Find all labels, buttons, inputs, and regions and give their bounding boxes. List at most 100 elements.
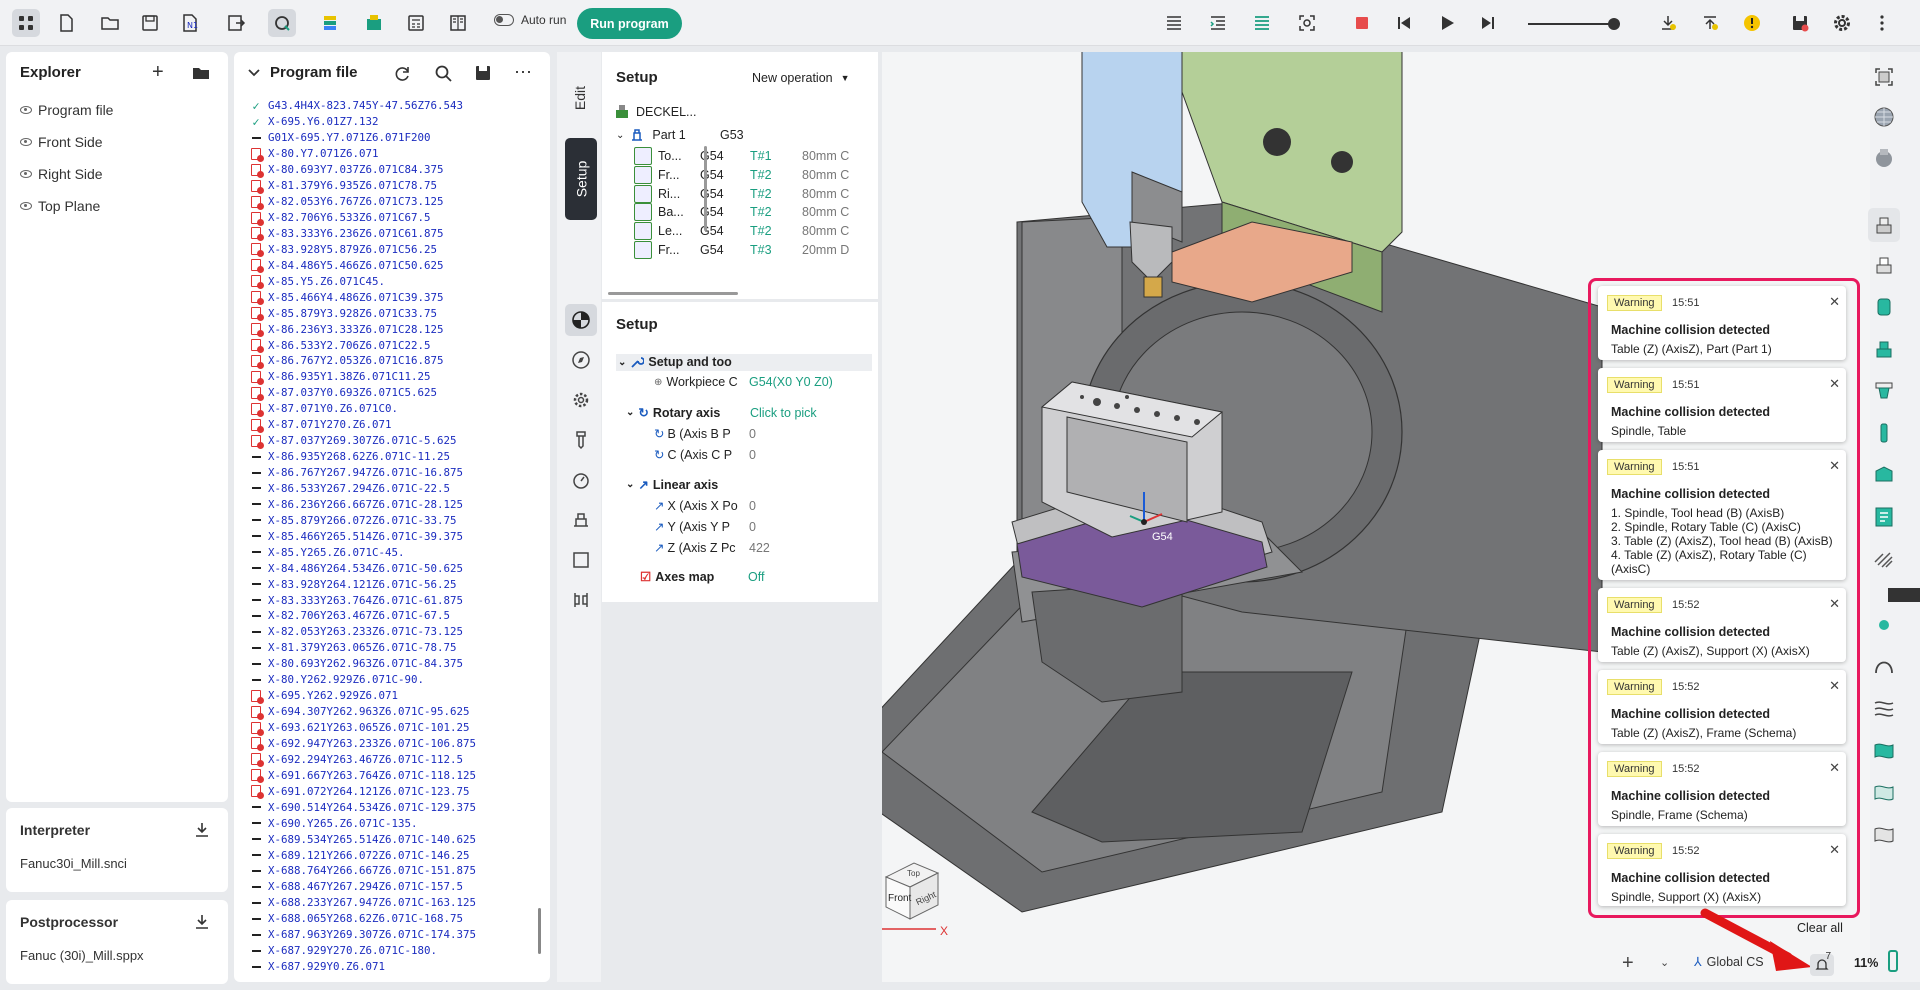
code-line[interactable]: X-691.667Y263.764Z6.071C-118.125 <box>244 767 544 784</box>
program-code-list[interactable]: ✓ G43.4H4X-823.745Y-47.56Z76.543 ✓ X-695.Y6… <box>244 98 544 984</box>
code-line[interactable]: X-80.693Y262.963Z6.071C-84.375 <box>244 656 544 672</box>
stop-icon[interactable] <box>1348 9 1376 37</box>
code-line[interactable]: X-688.467Y267.294Z6.071C-157.5 <box>244 879 544 895</box>
view-cube[interactable]: Top Front Right Z X <box>882 849 956 939</box>
group-linear-axis[interactable]: ⌄ ↗ Linear axis <box>626 477 718 493</box>
collision-notification[interactable]: Warning 15:51 ✕ Machine collision detected S… <box>1598 368 1846 442</box>
code-line[interactable]: X-687.963Y269.307Z6.071C-174.375 <box>244 927 544 943</box>
chevron-down-icon[interactable]: ⌄ <box>1660 956 1669 969</box>
code-line[interactable]: X-85.Y5.Z6.071C45. <box>244 273 544 290</box>
code-line[interactable]: X-689.121Y266.072Z6.071C-146.25 <box>244 847 544 863</box>
code-line[interactable]: X-86.767Y2.053Z6.071C16.875 <box>244 353 544 369</box>
collision-notification[interactable]: Warning 15:52 ✕ Machine collision detected S… <box>1598 752 1846 826</box>
code-line[interactable]: X-80.693Y7.037Z6.071C84.375 <box>244 162 544 178</box>
tool-icon[interactable] <box>565 424 597 456</box>
sphere-mesh-icon[interactable] <box>1868 100 1900 134</box>
code-line[interactable]: X-85.466Y265.514Z6.071C-39.375 <box>244 528 544 544</box>
fit-view-icon[interactable] <box>1868 60 1900 94</box>
settings-gear-icon[interactable] <box>1828 9 1856 37</box>
code-line[interactable]: X-87.071Y0.Z6.071C0. <box>244 401 544 417</box>
columns-icon[interactable] <box>444 9 472 37</box>
code-line[interactable]: X-83.333Y6.236Z6.071C61.875 <box>244 226 544 242</box>
download-icon[interactable] <box>194 822 210 838</box>
tree-scrollbar[interactable] <box>704 146 707 231</box>
axes-map-row[interactable]: ☑ Axes map Off <box>640 569 764 585</box>
tool-stack-icon[interactable] <box>316 9 344 37</box>
code-line[interactable]: X-86.533Y2.706Z6.071C22.5 <box>244 337 544 354</box>
highlight-lines-icon[interactable] <box>1248 9 1276 37</box>
operation-row[interactable]: Ba... G54 T#2 80mm C <box>634 203 862 222</box>
speed-slider[interactable] <box>1528 18 1620 30</box>
code-line[interactable]: X-87.037Y269.307Z6.071C-5.625 <box>244 433 544 449</box>
operation-row[interactable]: To... G54 T#1 80mm C <box>634 147 862 165</box>
code-line[interactable]: ✓ X-695.Y6.01Z7.132 <box>244 114 544 130</box>
stock-cylinder-icon[interactable] <box>1868 290 1900 324</box>
more-horizontal-icon[interactable]: ⋯ <box>514 62 532 83</box>
new-file-icon[interactable] <box>52 9 80 37</box>
code-line[interactable]: X-690.514Y264.534Z6.071C-129.375 <box>244 799 544 815</box>
run-program-button[interactable]: Run program <box>577 8 682 39</box>
collision-notification[interactable]: Warning 15:51 ✕ Machine collision detected 1… <box>1598 450 1846 580</box>
tree-h-scrollbar[interactable] <box>608 292 738 295</box>
code-line[interactable]: X-687.929Y270.Z6.071C-180. <box>244 943 544 959</box>
slider-knob[interactable] <box>1608 18 1620 30</box>
code-line[interactable]: X-693.621Y263.065Z6.071C-101.25 <box>244 720 544 736</box>
step-list-icon[interactable] <box>1204 9 1232 37</box>
close-icon[interactable]: ✕ <box>1829 596 1840 612</box>
postprocessor-value[interactable]: Fanuc (30i)_Mill.sppx <box>20 948 144 963</box>
tool-teal-icon[interactable] <box>1868 416 1900 450</box>
fixture-icon[interactable] <box>565 504 597 536</box>
code-line[interactable]: X-80.Y7.071Z6.071 <box>244 146 544 162</box>
operation-row[interactable]: Ri... G54 T#2 80mm C <box>634 184 862 203</box>
export-icon[interactable] <box>222 9 250 37</box>
stock-box-icon[interactable] <box>565 544 597 576</box>
step-back-icon[interactable] <box>1390 9 1418 37</box>
eye-icon[interactable] <box>20 106 32 114</box>
download-warning-icon[interactable] <box>1654 9 1682 37</box>
save-icon[interactable] <box>136 9 164 37</box>
code-line[interactable]: X-86.236Y266.667Z6.071C-28.125 <box>244 496 544 512</box>
code-line[interactable]: X-695.Y262.929Z6.071 <box>244 688 544 704</box>
code-line[interactable]: X-86.935Y268.62Z6.071C-11.25 <box>244 449 544 465</box>
collision-notification[interactable]: Warning 15:52 ✕ Machine collision detected T… <box>1598 670 1846 744</box>
program-scrollbar[interactable] <box>538 908 541 954</box>
interpreter-value[interactable]: Fanuc30i_Mill.snci <box>20 856 127 871</box>
prop-value[interactable]: 0 <box>749 427 756 441</box>
group-rotary-axis[interactable]: ⌄ ↻ Rotary axis Click to pick <box>626 405 817 421</box>
focus-frame-icon[interactable] <box>1293 9 1321 37</box>
close-icon[interactable]: ✕ <box>1829 376 1840 392</box>
chevron-down-icon[interactable]: ⌄ <box>618 357 626 368</box>
surface-teal-icon[interactable] <box>1868 734 1900 768</box>
machine-node[interactable]: DECKEL... <box>614 104 696 120</box>
prop-value[interactable]: G54(X0 Y0 Z0) <box>749 375 833 389</box>
c-axis-row[interactable]: ↻ C (Axis C P 0 <box>654 447 756 463</box>
code-line[interactable]: X-83.928Y264.121Z6.071C-56.25 <box>244 576 544 592</box>
code-line[interactable]: X-86.767Y267.947Z6.071C-16.875 <box>244 465 544 481</box>
close-icon[interactable]: ✕ <box>1829 760 1840 776</box>
eye-icon[interactable] <box>20 138 32 146</box>
code-line[interactable]: G01X-695.Y7.071Z6.071F200 <box>244 130 544 146</box>
curve-icon[interactable] <box>1868 650 1900 684</box>
toolpath-hatch-icon[interactable] <box>1868 542 1900 576</box>
tab-setup[interactable]: Setup <box>565 138 597 220</box>
holder-icon[interactable] <box>1868 374 1900 408</box>
group-setup-tools[interactable]: ⌄ Setup and too <box>618 355 732 369</box>
chevron-down-icon[interactable]: ⌄ <box>626 479 634 490</box>
autorun-toggle[interactable]: Auto run <box>494 13 566 27</box>
prop-value[interactable]: 0 <box>749 448 756 462</box>
part-teal-icon[interactable] <box>1868 458 1900 492</box>
compass-icon[interactable] <box>565 344 597 376</box>
coordinate-system-selector[interactable]: ⅄ Global CS <box>1694 954 1764 970</box>
clamp-icon[interactable] <box>565 584 597 616</box>
code-line[interactable]: X-87.071Y270.Z6.071 <box>244 417 544 433</box>
machine-icon[interactable] <box>360 9 388 37</box>
code-line[interactable]: X-80.Y262.929Z6.071C-90. <box>244 672 544 688</box>
collision-notification[interactable]: Warning 15:52 ✕ Machine collision detected S… <box>1598 834 1846 906</box>
add-icon[interactable]: + <box>1622 952 1634 975</box>
chevron-down-icon[interactable]: ⌄ <box>626 407 634 418</box>
machine-view-icon[interactable] <box>1868 208 1900 242</box>
play-icon[interactable] <box>1433 9 1461 37</box>
code-line[interactable]: X-86.236Y3.333Z6.071C28.125 <box>244 321 544 338</box>
machine-link-icon[interactable] <box>268 9 296 37</box>
explorer-item-top-plane[interactable]: Top Plane <box>20 198 100 214</box>
